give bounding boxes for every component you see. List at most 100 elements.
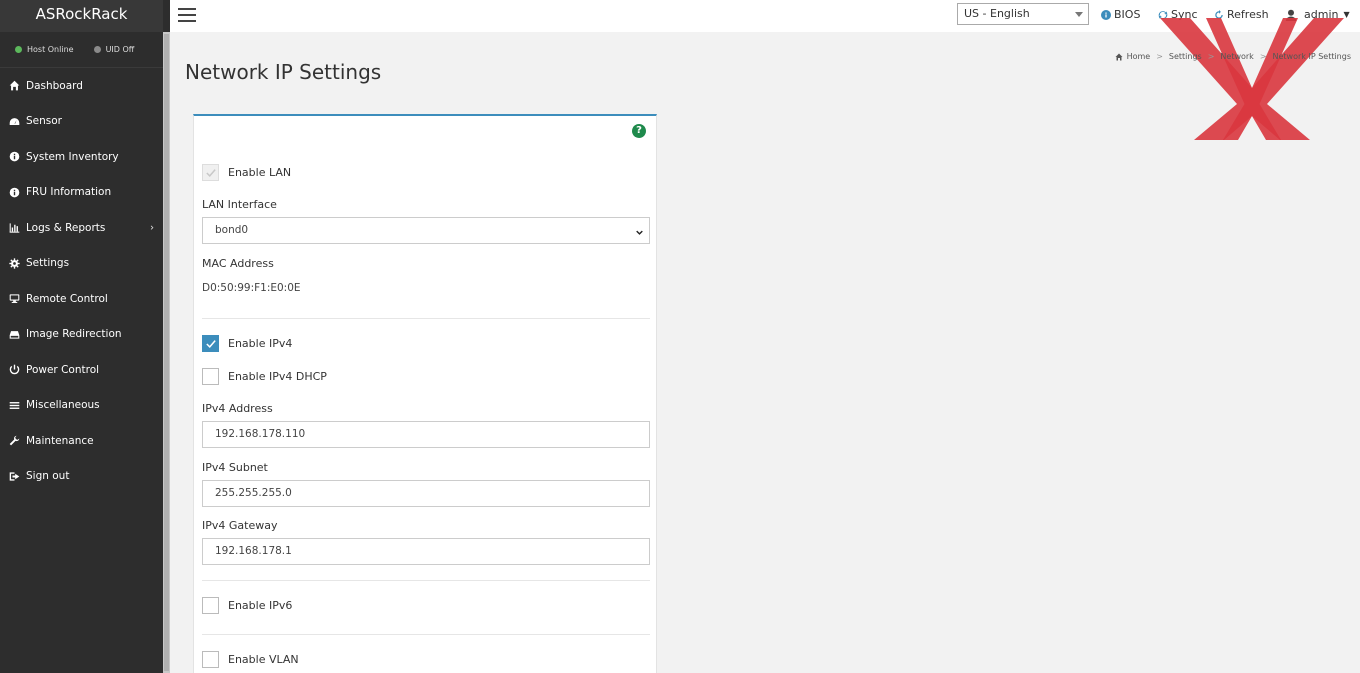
sidebar-item-label: Settings <box>26 257 70 270</box>
sidebar-item-sensor[interactable]: Sensor <box>0 104 163 140</box>
enable-ipv4-dhcp-label: Enable IPv4 DHCP <box>228 370 327 383</box>
sidebar-item-sign-out[interactable]: Sign out <box>0 459 163 495</box>
caret-down-icon <box>1075 12 1083 17</box>
sidebar-item-label: Remote Control <box>26 292 108 305</box>
mac-address-value: D0:50:99:F1:E0:0E <box>202 282 301 294</box>
enable-ipv4-checkbox[interactable] <box>202 335 219 352</box>
sidebar-item-label: Logs & Reports <box>26 221 106 234</box>
ipv4-subnet-label: IPv4 Subnet <box>202 461 268 474</box>
info-icon <box>8 151 20 163</box>
breadcrumb-settings[interactable]: Settings <box>1169 52 1202 61</box>
uid-status-label: UID Off <box>105 45 135 54</box>
chevron-down-icon <box>636 230 643 235</box>
breadcrumb-separator: > <box>1259 52 1267 61</box>
breadcrumb-separator: > <box>1156 52 1163 61</box>
breadcrumb-network[interactable]: Network <box>1220 52 1253 61</box>
divider <box>202 580 650 581</box>
sidebar-item-dashboard[interactable]: Dashboard <box>0 68 163 104</box>
sidebar-item-label: Sensor <box>26 115 62 128</box>
info-circle-icon <box>1101 9 1111 20</box>
sidebar-item-settings[interactable]: Settings <box>0 246 163 282</box>
sidebar-scrollbar-thumb[interactable] <box>164 34 169 671</box>
enable-ipv4-row: Enable IPv4 <box>202 335 650 352</box>
sidebar: ASRockRack Host Online UID Off Dashboard… <box>0 0 170 673</box>
sidebar-item-label: Image Redirection <box>26 328 122 341</box>
mac-address-label: MAC Address <box>202 257 274 270</box>
host-status-label: Host Online <box>27 45 74 54</box>
sidebar-item-label: System Inventory <box>26 150 119 163</box>
lan-interface-group: LAN Interface bond0 <box>202 198 650 244</box>
sidebar-item-image-redirection[interactable]: Image Redirection <box>0 317 163 353</box>
watermark-logo <box>1160 18 1344 140</box>
check-icon <box>205 168 216 177</box>
ipv4-address-label: IPv4 Address <box>202 402 273 415</box>
status-bar: Host Online UID Off <box>0 32 163 68</box>
list-icon <box>8 399 20 411</box>
sidebar-item-label: Power Control <box>26 363 100 376</box>
sidebar-item-power-control[interactable]: Power Control <box>0 352 163 388</box>
divider <box>202 318 650 319</box>
network-settings-card: ? Enable LAN LAN Interface bond0 MAC Add… <box>193 114 657 673</box>
ipv4-gateway-input[interactable]: 192.168.178.1 <box>202 538 650 565</box>
caret-down-icon: ▼ <box>1343 10 1350 19</box>
divider <box>202 634 650 635</box>
mac-address-group: MAC Address D0:50:99:F1:E0:0E <box>202 257 650 294</box>
enable-vlan-row: Enable VLAN <box>202 651 650 668</box>
ipv4-gateway-label: IPv4 Gateway <box>202 519 278 532</box>
monitor-icon <box>8 293 20 305</box>
sidebar-item-fru-information[interactable]: FRU Information <box>0 175 163 211</box>
ipv4-address-input[interactable]: 192.168.178.110 <box>202 421 650 448</box>
drive-icon <box>8 328 20 340</box>
sidebar-item-label: Miscellaneous <box>26 399 100 412</box>
main-content: Network IP Settings Home > Settings > Ne… <box>170 18 1360 673</box>
sidebar-item-label: Dashboard <box>26 79 83 92</box>
home-icon <box>1115 53 1123 60</box>
sidebar-nav: Dashboard Sensor System Inventory FRU In… <box>0 68 163 494</box>
enable-vlan-checkbox[interactable] <box>202 651 219 668</box>
enable-lan-row: Enable LAN <box>202 164 650 181</box>
breadcrumb-separator: > <box>1207 52 1215 61</box>
gear-icon <box>8 257 20 269</box>
breadcrumb-current: Network IP Settings <box>1272 52 1351 61</box>
sign-out-icon <box>8 470 20 482</box>
enable-ipv6-label: Enable IPv6 <box>228 599 293 612</box>
help-icon[interactable]: ? <box>632 124 646 138</box>
ipv4-address-group: IPv4 Address 192.168.178.110 <box>202 402 650 448</box>
sidebar-item-system-inventory[interactable]: System Inventory <box>0 139 163 175</box>
home-icon <box>8 80 20 92</box>
bios-link[interactable]: BIOS <box>1101 8 1140 21</box>
breadcrumb-home[interactable]: Home <box>1127 52 1151 61</box>
host-status: Host Online <box>15 45 74 54</box>
bar-chart-icon <box>8 222 20 234</box>
sidebar-item-logs-reports[interactable]: Logs & Reports › <box>0 210 163 246</box>
ipv4-gateway-group: IPv4 Gateway 192.168.178.1 <box>202 519 650 565</box>
sidebar-item-remote-control[interactable]: Remote Control <box>0 281 163 317</box>
lan-interface-value: bond0 <box>215 224 249 236</box>
host-status-dot <box>15 46 22 53</box>
enable-lan-checkbox[interactable] <box>202 164 219 181</box>
check-icon <box>205 339 216 348</box>
sidebar-item-label: Sign out <box>26 470 70 483</box>
lan-interface-select[interactable]: bond0 <box>202 217 650 244</box>
brand-logo: ASRockRack <box>0 0 163 32</box>
enable-ipv4-dhcp-row: Enable IPv4 DHCP <box>202 368 650 385</box>
wrench-icon <box>8 435 20 447</box>
enable-ipv6-row: Enable IPv6 <box>202 597 650 614</box>
enable-ipv4-dhcp-checkbox[interactable] <box>202 368 219 385</box>
uid-status-dot <box>93 46 101 53</box>
sidebar-item-label: Maintenance <box>26 434 94 447</box>
bios-label: BIOS <box>1114 8 1141 21</box>
menu-toggle-button[interactable] <box>178 8 196 22</box>
language-select[interactable]: US - English <box>957 3 1089 25</box>
sidebar-item-maintenance[interactable]: Maintenance <box>0 423 163 459</box>
page-title: Network IP Settings <box>185 60 382 84</box>
ipv4-subnet-input[interactable]: 255.255.255.0 <box>202 480 650 507</box>
enable-ipv6-checkbox[interactable] <box>202 597 219 614</box>
power-icon <box>8 364 20 376</box>
enable-vlan-label: Enable VLAN <box>228 653 299 666</box>
lan-interface-label: LAN Interface <box>202 198 277 211</box>
sidebar-item-miscellaneous[interactable]: Miscellaneous <box>0 388 163 424</box>
chevron-right-icon: › <box>150 222 154 234</box>
enable-ipv4-label: Enable IPv4 <box>228 337 293 350</box>
info-icon <box>8 186 20 198</box>
